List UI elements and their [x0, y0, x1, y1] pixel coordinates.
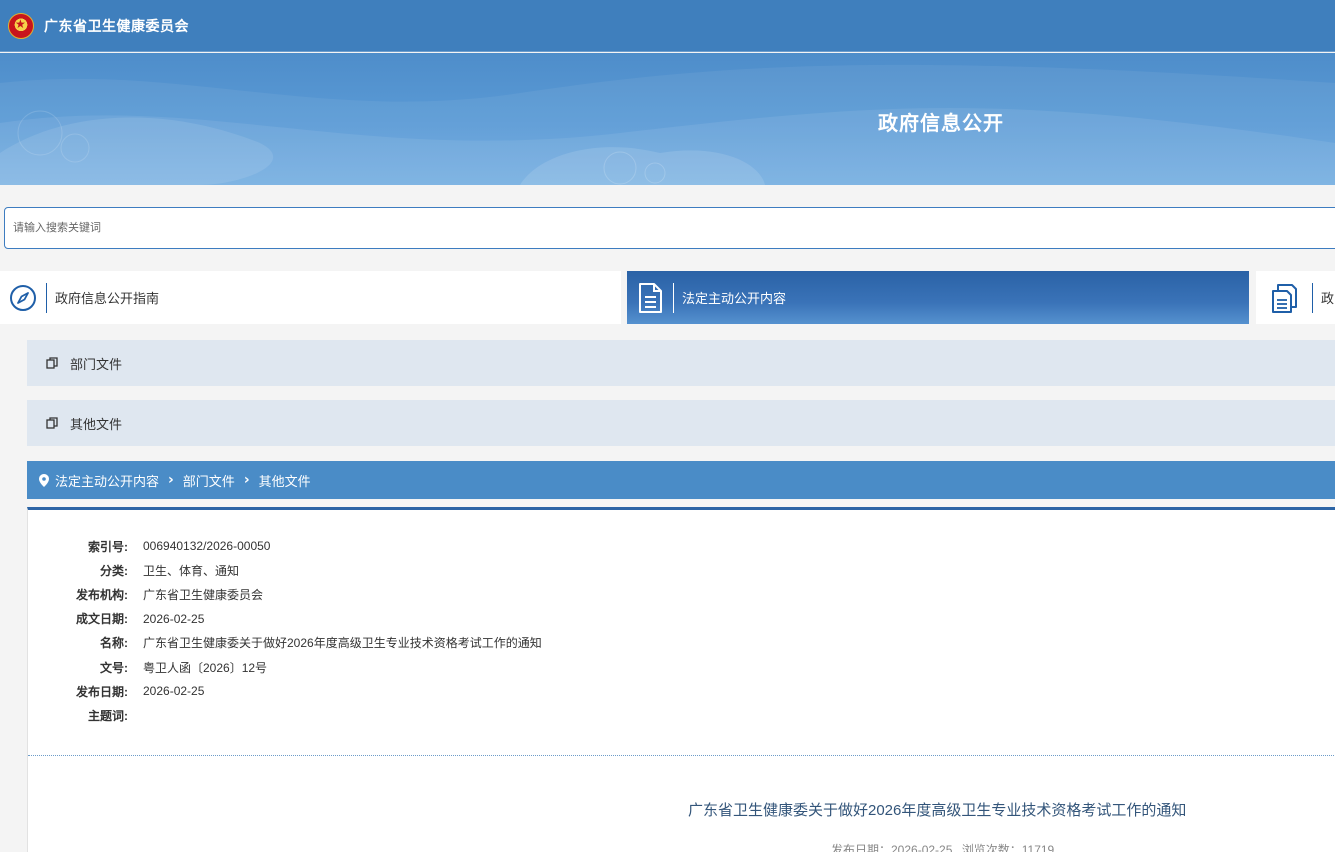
meta-row-name: 名称: 广东省卫生健康委关于做好2026年度高级卫生专业技术资格考试工作的通知 — [28, 631, 728, 655]
document-title: 广东省卫生健康委关于做好2026年度高级卫生专业技术资格考试工作的通知 — [688, 802, 1187, 819]
tab-guide-label: 政府信息公开指南 — [55, 291, 160, 306]
meta-key: 主题词: — [88, 708, 128, 723]
meta-row-publish-date: 发布日期: 2026-02-25 — [28, 679, 728, 703]
meta-value: 广东省卫生健康委关于做好2026年度高级卫生专业技术资格考试工作的通知 — [143, 636, 542, 651]
divider — [28, 755, 1335, 756]
meta-key: 分类: — [100, 563, 128, 578]
banner: 政府信息公开 — [0, 53, 1335, 185]
view-count: 浏览次数：11719 — [961, 843, 1055, 852]
meta-value: 2026-02-25 — [143, 684, 205, 699]
tab-mandatory-label: 法定主动公开内容 — [682, 291, 787, 306]
tab-separator — [46, 282, 47, 313]
meta-row-category: 分类: 卫生、体育、通知 — [28, 558, 728, 582]
meta-key: 发布日期: — [76, 684, 128, 699]
site-title[interactable]: 广东省卫生健康委员会 — [44, 16, 189, 36]
copy-icon — [45, 356, 59, 370]
tab-guide[interactable]: 政府信息公开指南 — [0, 271, 621, 324]
meta-value: 粤卫人函〔2026〕12号 — [143, 660, 268, 675]
meta-key: 文号: — [100, 660, 128, 675]
chevron-right-icon: › — [243, 472, 250, 488]
breadcrumb: 法定主动公开内容 › 部门文件 › 其他文件 — [27, 461, 1335, 499]
search-input[interactable] — [5, 208, 1335, 248]
banner-wave-decoration — [0, 64, 1335, 185]
document-info: 发布日期：2026-02-25 浏览次数：11719 — [831, 841, 1060, 852]
meta-key: 名称: — [100, 636, 128, 651]
copy-icon — [45, 416, 59, 430]
files-icon — [1256, 271, 1312, 324]
category-label: 部门文件 — [70, 356, 123, 372]
category-label: 其他文件 — [70, 416, 123, 432]
chevron-right-icon: › — [168, 472, 174, 488]
meta-value: 006940132/2026-00050 — [143, 539, 271, 554]
location-pin-icon — [39, 473, 49, 487]
breadcrumb-item-mandatory[interactable]: 法定主动公开内容 — [55, 471, 159, 490]
tab-separator — [673, 282, 674, 313]
banner-title: 政府信息公开 — [878, 113, 1004, 135]
meta-value: 卫生、体育、通知 — [143, 563, 240, 578]
breadcrumb-item-department[interactable]: 部门文件 — [183, 471, 235, 490]
document-metadata: 索引号: 006940132/2026-00050 分类: 卫生、体育、通知 发… — [28, 534, 728, 728]
meta-row-written-date: 成文日期: 2026-02-25 — [28, 607, 728, 631]
meta-key: 发布机构: — [76, 587, 128, 602]
breadcrumb-item-other[interactable]: 其他文件 — [259, 471, 311, 490]
section-tabs: 政府信息公开指南 法定主动公开内容 政 — [0, 271, 1335, 324]
meta-row-doc-number: 文号: 粤卫人函〔2026〕12号 — [28, 655, 728, 679]
national-emblem-icon — [8, 12, 34, 39]
category-other-files[interactable]: 其他文件 — [27, 400, 1335, 446]
meta-value: 广东省卫生健康委员会 — [143, 587, 264, 602]
meta-key: 索引号: — [88, 539, 128, 554]
meta-row-index: 索引号: 006940132/2026-00050 — [28, 534, 728, 558]
publish-date: 发布日期：2026-02-25 — [831, 843, 953, 852]
compass-icon — [0, 271, 46, 324]
document-icon — [627, 271, 673, 324]
tab-mandatory-disclosure[interactable]: 法定主动公开内容 — [627, 271, 1249, 324]
tab-separator — [1312, 282, 1313, 313]
search-box — [4, 207, 1335, 249]
meta-key: 成文日期: — [76, 612, 128, 627]
meta-value: 2026-02-25 — [143, 611, 205, 626]
document-panel: 索引号: 006940132/2026-00050 分类: 卫生、体育、通知 发… — [27, 507, 1335, 852]
meta-row-keywords: 主题词: — [28, 703, 728, 727]
meta-row-publisher: 发布机构: 广东省卫生健康委员会 — [28, 582, 728, 606]
category-department-files[interactable]: 部门文件 — [27, 340, 1335, 386]
tab-third[interactable]: 政 — [1256, 271, 1335, 324]
site-header: 广东省卫生健康委员会 — [0, 0, 1335, 52]
tab-third-label: 政 — [1321, 291, 1335, 306]
